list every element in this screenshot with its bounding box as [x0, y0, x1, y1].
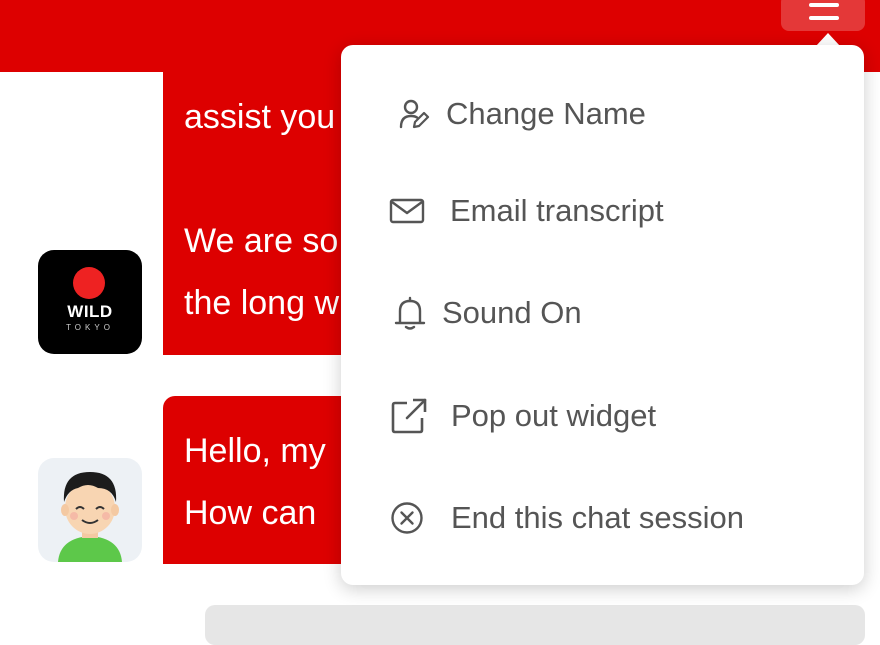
agent-message-bubble: Hello, my How can: [163, 396, 363, 564]
menu-item-pop-out-widget[interactable]: Pop out widget: [391, 391, 851, 441]
options-dropdown-menu: Change Name Email transcript Sound On Po…: [341, 45, 864, 585]
user-edit-icon: [399, 99, 430, 129]
message-line: assist you: [184, 98, 336, 136]
message-input-area[interactable]: [205, 605, 865, 645]
message-line: How can: [184, 494, 317, 532]
logo-text: WILD: [67, 302, 113, 321]
menu-button[interactable]: [781, 0, 865, 31]
message-line: [184, 148, 363, 210]
menu-item-end-chat-session[interactable]: End this chat session: [390, 493, 850, 543]
bot-message-bubble: assist you We are so the long w: [163, 72, 363, 355]
agent-avatar: [38, 458, 142, 562]
close-circle-icon: [391, 502, 423, 534]
envelope-icon: [389, 198, 425, 224]
logo-subtext: TOKYO: [66, 323, 114, 332]
menu-item-label: Email transcript: [450, 193, 664, 228]
logo-dot: [73, 267, 105, 299]
bot-avatar: WILD TOKYO: [38, 250, 142, 354]
hamburger-icon: [809, 3, 839, 7]
menu-item-sound-toggle[interactable]: Sound On: [394, 288, 854, 338]
message-line: the long w: [184, 284, 339, 322]
menu-item-label: Sound On: [442, 295, 582, 330]
message-line: Hello, my: [184, 432, 326, 470]
menu-item-label: Pop out widget: [451, 398, 657, 433]
menu-item-email-transcript[interactable]: Email transcript: [389, 186, 849, 236]
message-line: We are so: [184, 222, 339, 260]
menu-item-label: Change Name: [446, 96, 646, 131]
bell-icon: [394, 296, 426, 330]
agent-face-icon: [58, 472, 122, 562]
external-link-icon: [391, 398, 427, 434]
menu-item-label: End this chat session: [451, 500, 744, 535]
menu-item-change-name[interactable]: Change Name: [398, 89, 858, 139]
